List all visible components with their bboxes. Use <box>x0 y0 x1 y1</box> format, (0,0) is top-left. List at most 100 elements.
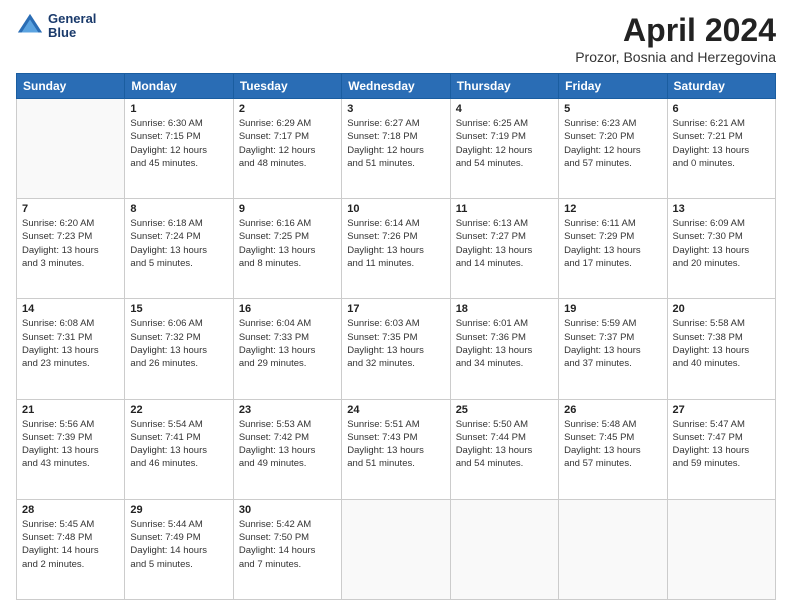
day-number: 4 <box>456 103 553 115</box>
day-info: Sunrise: 5:51 AM Sunset: 7:43 PM Dayligh… <box>347 418 444 471</box>
table-row: 1Sunrise: 6:30 AM Sunset: 7:15 PM Daylig… <box>125 99 233 199</box>
table-row: 5 Sunrise: 6:23 AM Sunset: 7:20 PM Daylig… <box>559 99 667 199</box>
table-row: 26 Sunrise: 5:48 AM Sunset: 7:45 PM Dayli… <box>559 399 667 499</box>
day-number: 20 <box>673 303 770 315</box>
table-row: 23Sunrise: 5:53 AM Sunset: 7:42 PM Dayli… <box>233 399 341 499</box>
day-number: 2 <box>239 103 336 115</box>
day-info: Sunrise: 5:45 AM Sunset: 7:48 PM Dayligh… <box>22 518 119 571</box>
day-number: 29 <box>130 504 227 516</box>
main-title: April 2024 <box>575 12 776 49</box>
day-info: Sunrise: 5:44 AM Sunset: 7:49 PM Dayligh… <box>130 518 227 571</box>
day-info: Sunrise: 5:47 AM Sunset: 7:47 PM Dayligh… <box>673 418 770 471</box>
table-row: 18 Sunrise: 6:01 AM Sunset: 7:36 PM Dayli… <box>450 299 558 399</box>
day-info: Sunrise: 5:58 AM Sunset: 7:38 PM Dayligh… <box>673 317 770 370</box>
day-info: Sunrise: 6:23 AM Sunset: 7:20 PM Dayligh… <box>564 117 661 170</box>
day-info: Sunrise: 5:54 AM Sunset: 7:41 PM Dayligh… <box>130 418 227 471</box>
table-row <box>559 499 667 599</box>
day-info: Sunrise: 6:20 AM Sunset: 7:23 PM Dayligh… <box>22 217 119 270</box>
table-row: 30 Sunrise: 5:42 AM Sunset: 7:50 PM Dayli… <box>233 499 341 599</box>
day-number: 12 <box>564 203 661 215</box>
table-row: 13Sunrise: 6:09 AM Sunset: 7:30 PM Dayli… <box>667 199 775 299</box>
table-row: 25 Sunrise: 5:50 AM Sunset: 7:44 PM Dayli… <box>450 399 558 499</box>
day-number: 26 <box>564 404 661 416</box>
day-number: 15 <box>130 303 227 315</box>
day-info: Sunrise: 6:13 AM Sunset: 7:27 PM Dayligh… <box>456 217 553 270</box>
table-row: 15Sunrise: 6:06 AM Sunset: 7:32 PM Dayli… <box>125 299 233 399</box>
day-info: Sunrise: 6:25 AM Sunset: 7:19 PM Dayligh… <box>456 117 553 170</box>
day-number: 30 <box>239 504 336 516</box>
calendar-week-row: 14 Sunrise: 6:08 AM Sunset: 7:31 PM Dayli… <box>17 299 776 399</box>
col-wednesday: Wednesday <box>342 74 450 99</box>
day-number: 23 <box>239 404 336 416</box>
title-area: April 2024 Prozor, Bosnia and Herzegovin… <box>575 12 776 65</box>
logo-line2: Blue <box>48 26 96 40</box>
calendar-week-row: 21 Sunrise: 5:56 AM Sunset: 7:39 PM Dayli… <box>17 399 776 499</box>
table-row: 29 Sunrise: 5:44 AM Sunset: 7:49 PM Dayli… <box>125 499 233 599</box>
day-number: 9 <box>239 203 336 215</box>
day-info: Sunrise: 5:48 AM Sunset: 7:45 PM Dayligh… <box>564 418 661 471</box>
day-info: Sunrise: 6:21 AM Sunset: 7:21 PM Dayligh… <box>673 117 770 170</box>
table-row: 6 Sunrise: 6:21 AM Sunset: 7:21 PM Daylig… <box>667 99 775 199</box>
day-number: 6 <box>673 103 770 115</box>
day-info: Sunrise: 6:03 AM Sunset: 7:35 PM Dayligh… <box>347 317 444 370</box>
day-number: 16 <box>239 303 336 315</box>
table-row: 19Sunrise: 5:59 AM Sunset: 7:37 PM Dayli… <box>559 299 667 399</box>
col-thursday: Thursday <box>450 74 558 99</box>
day-number: 14 <box>22 303 119 315</box>
day-info: Sunrise: 5:50 AM Sunset: 7:44 PM Dayligh… <box>456 418 553 471</box>
page: General Blue April 2024 Prozor, Bosnia a… <box>0 0 792 612</box>
header: General Blue April 2024 Prozor, Bosnia a… <box>16 12 776 65</box>
day-number: 22 <box>130 404 227 416</box>
day-info: Sunrise: 5:59 AM Sunset: 7:37 PM Dayligh… <box>564 317 661 370</box>
table-row <box>667 499 775 599</box>
table-row: 14 Sunrise: 6:08 AM Sunset: 7:31 PM Dayli… <box>17 299 125 399</box>
table-row <box>342 499 450 599</box>
day-number: 5 <box>564 103 661 115</box>
table-row: 17Sunrise: 6:03 AM Sunset: 7:35 PM Dayli… <box>342 299 450 399</box>
day-number: 3 <box>347 103 444 115</box>
day-info: Sunrise: 5:42 AM Sunset: 7:50 PM Dayligh… <box>239 518 336 571</box>
day-number: 18 <box>456 303 553 315</box>
calendar-table: Sunday Monday Tuesday Wednesday Thursday… <box>16 73 776 600</box>
day-info: Sunrise: 6:01 AM Sunset: 7:36 PM Dayligh… <box>456 317 553 370</box>
table-row: 16 Sunrise: 6:04 AM Sunset: 7:33 PM Dayli… <box>233 299 341 399</box>
day-number: 1 <box>130 103 227 115</box>
day-info: Sunrise: 6:16 AM Sunset: 7:25 PM Dayligh… <box>239 217 336 270</box>
table-row: 20 Sunrise: 5:58 AM Sunset: 7:38 PM Dayli… <box>667 299 775 399</box>
table-row: 21 Sunrise: 5:56 AM Sunset: 7:39 PM Dayli… <box>17 399 125 499</box>
col-monday: Monday <box>125 74 233 99</box>
day-info: Sunrise: 6:08 AM Sunset: 7:31 PM Dayligh… <box>22 317 119 370</box>
day-info: Sunrise: 6:18 AM Sunset: 7:24 PM Dayligh… <box>130 217 227 270</box>
day-info: Sunrise: 6:14 AM Sunset: 7:26 PM Dayligh… <box>347 217 444 270</box>
day-info: Sunrise: 5:56 AM Sunset: 7:39 PM Dayligh… <box>22 418 119 471</box>
table-row: 9 Sunrise: 6:16 AM Sunset: 7:25 PM Daylig… <box>233 199 341 299</box>
table-row: 10 Sunrise: 6:14 AM Sunset: 7:26 PM Dayli… <box>342 199 450 299</box>
table-row: 22 Sunrise: 5:54 AM Sunset: 7:41 PM Dayli… <box>125 399 233 499</box>
col-friday: Friday <box>559 74 667 99</box>
day-number: 7 <box>22 203 119 215</box>
day-info: Sunrise: 6:11 AM Sunset: 7:29 PM Dayligh… <box>564 217 661 270</box>
day-number: 24 <box>347 404 444 416</box>
day-number: 10 <box>347 203 444 215</box>
calendar-week-row: 28 Sunrise: 5:45 AM Sunset: 7:48 PM Dayli… <box>17 499 776 599</box>
calendar-header-row: Sunday Monday Tuesday Wednesday Thursday… <box>17 74 776 99</box>
day-number: 21 <box>22 404 119 416</box>
logo-line1: General <box>48 12 96 26</box>
table-row <box>450 499 558 599</box>
table-row: 28 Sunrise: 5:45 AM Sunset: 7:48 PM Dayli… <box>17 499 125 599</box>
subtitle: Prozor, Bosnia and Herzegovina <box>575 49 776 65</box>
day-number: 27 <box>673 404 770 416</box>
day-number: 25 <box>456 404 553 416</box>
table-row: 12 Sunrise: 6:11 AM Sunset: 7:29 PM Dayli… <box>559 199 667 299</box>
table-row: 4 Sunrise: 6:25 AM Sunset: 7:19 PM Daylig… <box>450 99 558 199</box>
table-row <box>17 99 125 199</box>
day-info: Sunrise: 6:04 AM Sunset: 7:33 PM Dayligh… <box>239 317 336 370</box>
day-number: 8 <box>130 203 227 215</box>
logo-icon <box>16 12 44 40</box>
logo-text: General Blue <box>48 12 96 41</box>
day-info: Sunrise: 6:09 AM Sunset: 7:30 PM Dayligh… <box>673 217 770 270</box>
logo: General Blue <box>16 12 96 41</box>
day-number: 28 <box>22 504 119 516</box>
table-row: 11Sunrise: 6:13 AM Sunset: 7:27 PM Dayli… <box>450 199 558 299</box>
calendar-week-row: 7 Sunrise: 6:20 AM Sunset: 7:23 PM Daylig… <box>17 199 776 299</box>
